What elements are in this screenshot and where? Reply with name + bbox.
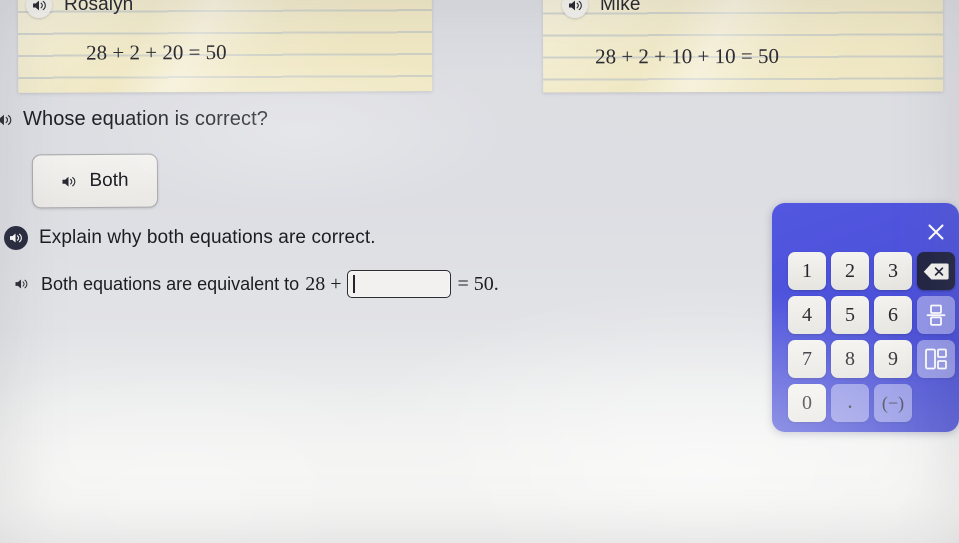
key-3[interactable]: 3: [874, 252, 912, 290]
key-4[interactable]: 4: [788, 296, 826, 334]
answer-math-lhs: 28 +: [305, 272, 342, 295]
key-6[interactable]: 6: [874, 296, 912, 334]
mixed-number-key[interactable]: [917, 340, 955, 378]
answer-choice-both[interactable]: Both: [31, 153, 159, 209]
question-text: Whose equation is correct?: [23, 108, 268, 130]
numeric-keypad: 1 2 3 4 5 6 7 8 9 0 . (−): [772, 203, 959, 432]
speaker-icon-explain[interactable]: [4, 226, 28, 250]
speaker-icon-both[interactable]: [61, 175, 77, 188]
speaker-icon: [568, 0, 583, 12]
mike-name: Mike: [600, 0, 641, 15]
key-9[interactable]: 9: [874, 340, 912, 378]
math-activity-screen: 28 + 2 + 20 = 50 Rosalyn 28 + 2 + 10 + 1…: [0, 0, 959, 543]
speaker-icon: [32, 0, 47, 12]
answer-prefix-text: Both equations are equivalent to: [41, 273, 300, 294]
keypad-grid: 1 2 3 4 5 6 7 8 9 0 . (−): [788, 252, 955, 422]
mixed-number-icon: [923, 346, 949, 372]
text-caret: [353, 275, 355, 293]
explain-prompt-row: Explain why both equations are correct.: [4, 226, 376, 250]
mike-equation: 28 + 2 + 10 + 10 = 50: [595, 43, 779, 69]
answer-sentence-row: Both equations are equivalent to 28 + = …: [14, 270, 499, 298]
answer-math-rhs: = 50.: [457, 272, 499, 295]
key-8[interactable]: 8: [831, 340, 869, 378]
fraction-key[interactable]: [917, 296, 955, 334]
negative-key[interactable]: (−): [874, 384, 912, 422]
key-2[interactable]: 2: [831, 252, 869, 290]
answer-sentence: Both equations are equivalent to 28 + = …: [41, 270, 499, 298]
keypad-empty-slot: [917, 384, 955, 422]
decimal-key[interactable]: .: [831, 384, 869, 422]
backspace-key[interactable]: [917, 252, 955, 290]
fraction-icon: [924, 302, 948, 328]
answer-choice-both-label: Both: [89, 169, 129, 192]
close-icon[interactable]: [925, 221, 947, 243]
rosalyn-equation: 28 + 2 + 20 = 50: [86, 39, 227, 65]
key-5[interactable]: 5: [831, 296, 869, 334]
explain-prompt-text: Explain why both equations are correct.: [39, 227, 376, 248]
rosalyn-name: Rosalyn: [64, 0, 134, 15]
question-row: Whose equation is correct?: [0, 108, 268, 131]
backspace-icon: [923, 262, 949, 281]
speaker-icon-answer[interactable]: [14, 278, 29, 290]
key-7[interactable]: 7: [788, 340, 826, 378]
key-0[interactable]: 0: [788, 384, 826, 422]
speaker-icon-question[interactable]: [0, 113, 13, 127]
answer-blank-input[interactable]: [347, 270, 452, 298]
key-1[interactable]: 1: [788, 252, 826, 290]
